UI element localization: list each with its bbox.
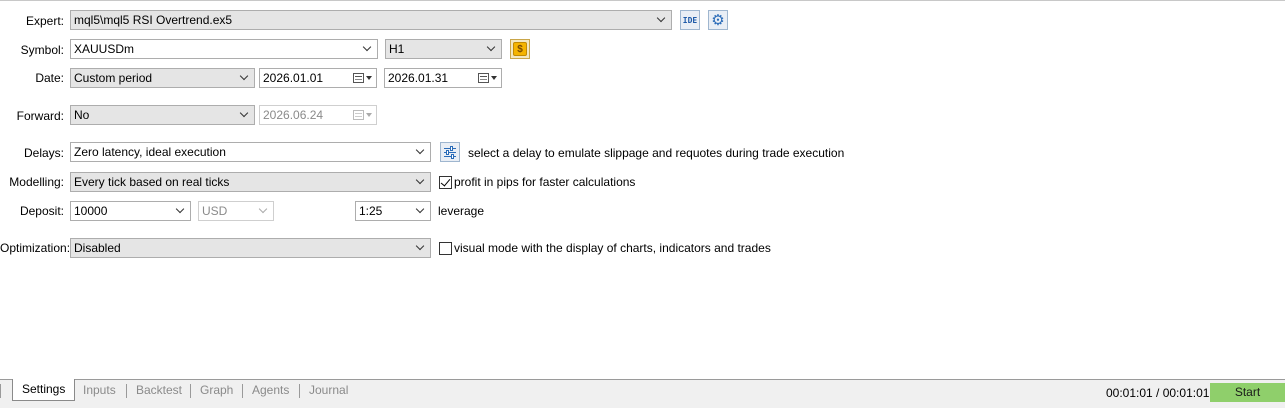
leverage-value: 1:25 — [359, 204, 383, 218]
chevron-down-icon — [484, 40, 498, 58]
date-period-value: Custom period — [74, 71, 153, 85]
modelling-label: Modelling: — [9, 175, 64, 189]
tab-settings[interactable]: Settings — [12, 379, 76, 401]
chevron-down-icon — [360, 40, 374, 58]
deposit-label: Deposit: — [19, 204, 64, 218]
top-border — [0, 0, 1285, 1]
triangle-down-icon — [366, 76, 372, 80]
symbol-select[interactable]: XAUUSDm — [70, 39, 378, 59]
date-period-select[interactable]: Custom period — [70, 68, 255, 88]
deposit-currency-select: USD — [198, 201, 274, 221]
tab-agents[interactable]: Agents — [252, 380, 289, 402]
tab-graph[interactable]: Graph — [200, 380, 233, 402]
forward-date-value: 2026.06.24 — [263, 108, 324, 122]
optimization-value: Disabled — [74, 241, 121, 255]
bottom-tab-bar: Settings Inputs Backtest Graph Agents Jo… — [0, 379, 1285, 408]
calendar-dropdown-button[interactable] — [353, 73, 372, 83]
ide-icon: IDE — [682, 15, 698, 25]
delays-hint: select a delay to emulate slippage and r… — [468, 146, 845, 160]
calendar-icon — [353, 110, 364, 120]
date-from-value: 2026.01.01 — [263, 71, 324, 85]
calendar-dropdown-button[interactable] — [478, 73, 497, 83]
deposit-currency-value: USD — [202, 204, 228, 218]
delays-value: Zero latency, ideal execution — [74, 145, 226, 159]
modelling-value: Every tick based on real ticks — [74, 175, 230, 189]
visual-mode-label: visual mode with the display of charts, … — [454, 241, 771, 255]
expert-settings-button[interactable]: ⚙ — [708, 10, 728, 30]
optimization-label: Optimization: — [0, 241, 71, 255]
calendar-icon — [353, 73, 364, 83]
symbol-value: XAUUSDm — [74, 42, 135, 56]
leverage-label: leverage — [438, 204, 485, 218]
symbol-label: Symbol: — [20, 43, 64, 57]
elapsed-timer: 00:01:01 / 00:01:01 — [1106, 386, 1210, 400]
tab-separator — [242, 384, 243, 398]
modelling-select[interactable]: Every tick based on real ticks — [70, 172, 431, 192]
optimization-select[interactable]: Disabled — [70, 238, 431, 258]
timeframe-value: H1 — [389, 42, 405, 56]
chevron-down-icon — [237, 69, 251, 87]
tab-separator — [126, 384, 127, 398]
deposit-amount-value: 10000 — [74, 204, 108, 218]
date-to-input[interactable]: 2026.01.31 — [384, 68, 502, 88]
gear-icon: ⚙ — [711, 11, 725, 29]
calendar-dropdown-button — [353, 110, 372, 120]
delays-select[interactable]: Zero latency, ideal execution — [70, 142, 431, 162]
forward-date-input: 2026.06.24 — [259, 105, 377, 125]
expert-value: mql5\mql5 RSI Overtrend.ex5 — [74, 13, 233, 27]
expert-label: Expert: — [25, 14, 64, 28]
symbol-properties-button[interactable]: $ — [510, 39, 530, 59]
chevron-down-icon — [413, 143, 427, 161]
delays-settings-button[interactable] — [440, 142, 460, 162]
chevron-down-icon — [256, 202, 270, 220]
leverage-select[interactable]: 1:25 — [355, 201, 431, 221]
deposit-amount-select[interactable]: 10000 — [70, 201, 191, 221]
start-button[interactable]: Start — [1210, 383, 1285, 402]
sliders-icon — [444, 146, 456, 159]
coin-icon: $ — [513, 42, 527, 56]
triangle-down-icon — [491, 76, 497, 80]
delays-label: Delays: — [23, 146, 64, 160]
forward-select[interactable]: No — [70, 105, 255, 125]
chevron-down-icon — [237, 106, 251, 124]
chevron-down-icon — [413, 173, 427, 191]
forward-value: No — [74, 108, 90, 122]
profit-in-pips-checkbox[interactable] — [439, 176, 452, 189]
profit-in-pips-label: profit in pips for faster calculations — [454, 175, 636, 189]
date-from-input[interactable]: 2026.01.01 — [259, 68, 377, 88]
triangle-down-icon — [366, 113, 372, 117]
chevron-down-icon — [413, 202, 427, 220]
visual-mode-checkbox[interactable] — [439, 242, 452, 255]
calendar-icon — [478, 73, 489, 83]
timeframe-select[interactable]: H1 — [385, 39, 502, 59]
ide-button[interactable]: IDE — [680, 10, 700, 30]
chevron-down-icon — [654, 11, 668, 29]
tab-separator — [190, 384, 191, 398]
chevron-down-icon — [173, 202, 187, 220]
tab-separator — [299, 384, 300, 398]
tab-inputs[interactable]: Inputs — [83, 380, 116, 402]
date-label: Date: — [35, 71, 64, 85]
forward-label: Forward: — [16, 109, 64, 123]
tab-backtest[interactable]: Backtest — [136, 380, 182, 402]
tab-journal[interactable]: Journal — [309, 380, 348, 402]
chevron-down-icon — [413, 239, 427, 257]
tab-bar-edge — [0, 384, 4, 398]
date-to-value: 2026.01.31 — [388, 71, 449, 85]
expert-select[interactable]: mql5\mql5 RSI Overtrend.ex5 — [70, 10, 672, 30]
